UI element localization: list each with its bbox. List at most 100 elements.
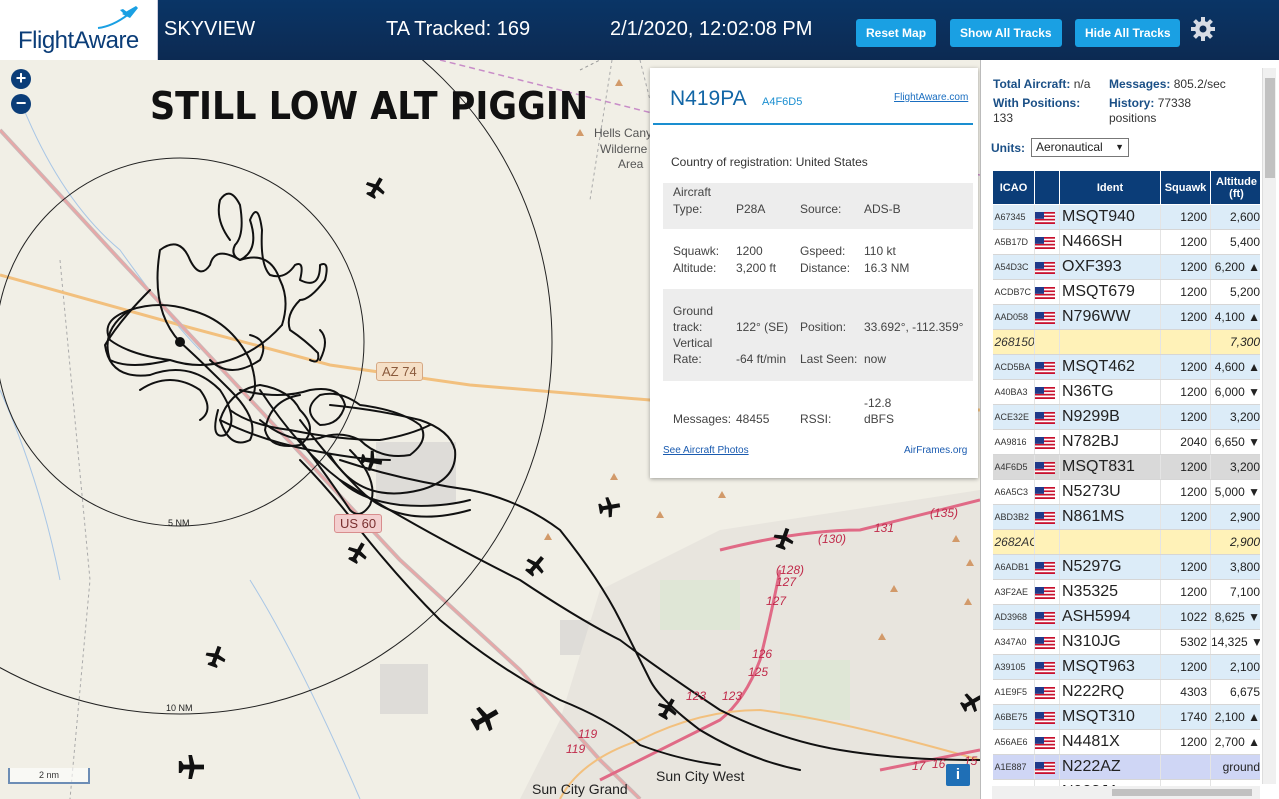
hide-all-tracks-button[interactable]: Hide All Tracks xyxy=(1075,19,1180,47)
cell-flag xyxy=(1034,504,1060,530)
cell-altitude: 8,625 ▼ xyxy=(1210,604,1260,630)
table-row[interactable]: ABD3B2 N861MS 1200 2,900 xyxy=(992,504,1260,530)
cell-flag xyxy=(1034,754,1060,780)
table-row[interactable]: A3F2AE N35325 1200 7,100 xyxy=(992,579,1260,605)
cell-flag xyxy=(1034,229,1060,255)
cell-flag xyxy=(1034,529,1060,555)
scrollbar-thumb[interactable] xyxy=(1265,78,1275,178)
table-row[interactable]: A347A0 N310JG 5302 14,325 ▼ xyxy=(992,629,1260,655)
table-row[interactable]: AAD058 N796WW 1200 4,100 ▲ xyxy=(992,304,1260,330)
cell-squawk: 5302 xyxy=(1160,629,1211,655)
cell-ident: MSQT462 xyxy=(1059,354,1161,380)
col-squawk[interactable]: Squawk xyxy=(1160,170,1211,205)
cell-icao: A5B17D xyxy=(992,229,1035,255)
cell-flag xyxy=(1034,279,1060,305)
table-row[interactable]: A6ADB1 N5297G 1200 3,800 xyxy=(992,554,1260,580)
road-label-119b: 119 xyxy=(566,742,586,756)
table-header-row: ICAO Ident Squawk Altitude (ft) xyxy=(992,170,1260,205)
table-row[interactable]: ACE32E N9299B 1200 3,200 xyxy=(992,404,1260,430)
history-unit: positions xyxy=(1109,111,1157,125)
table-row[interactable]: A67345 MSQT940 1200 2,600 xyxy=(992,204,1260,230)
cell-flag xyxy=(1034,604,1060,630)
col-altitude-label-1: Altitude xyxy=(1216,175,1257,188)
cell-ident xyxy=(1059,529,1161,555)
cell-altitude: 3,200 xyxy=(1210,404,1260,430)
table-row[interactable]: AA9816 N782BJ 2040 6,650 ▼ xyxy=(992,429,1260,455)
gspeed-label: Gspeed: xyxy=(800,244,846,258)
table-row[interactable]: A56AE6 N4481X 1200 2,700 ▲ xyxy=(992,729,1260,755)
gear-icon[interactable] xyxy=(1190,16,1216,42)
table-row[interactable]: A1E887 N222AZ ground xyxy=(992,754,1260,780)
aircraft-table-body: A67345 MSQT940 1200 2,600 A5B17D N466SH 1200 5,… xyxy=(992,204,1260,799)
cell-altitude: ground xyxy=(1210,754,1260,780)
cell-flag xyxy=(1034,629,1060,655)
cell-icao: A6ADB1 xyxy=(992,554,1035,580)
cell-icao: A6A5C3 xyxy=(992,479,1035,505)
reset-map-button[interactable]: Reset Map xyxy=(856,19,936,47)
road-label-131: 131 xyxy=(874,521,895,535)
cell-altitude: 2,700 ▲ xyxy=(1210,729,1260,755)
cell-icao: A6BE75 xyxy=(992,704,1035,730)
aircraft-type-value: P28A xyxy=(736,202,766,216)
rssi-label: RSSI: xyxy=(800,412,832,426)
cell-squawk: 1200 xyxy=(1160,279,1211,305)
route-shield-us60: US 60 xyxy=(334,514,383,533)
zoom-in-button[interactable]: + xyxy=(11,69,31,89)
us-flag-icon xyxy=(1035,486,1055,499)
table-row[interactable]: A4F6D5 MSQT831 1200 3,200 xyxy=(992,454,1260,480)
aircraft-type-label-1: Aircraft xyxy=(673,185,712,199)
aircraft-table: ICAO Ident Squawk Altitude (ft) A67345 MSQ… xyxy=(992,170,1260,799)
col-ident[interactable]: Ident xyxy=(1059,170,1161,205)
popup-ident: N419PA xyxy=(670,87,747,110)
table-row[interactable]: A6A5C3 N5273U 1200 5,000 ▼ xyxy=(992,479,1260,505)
table-row[interactable]: A40BA3 N36TG 1200 6,000 ▼ xyxy=(992,379,1260,405)
horizontal-scrollbar-thumb[interactable] xyxy=(1112,789,1252,796)
cell-squawk: 1200 xyxy=(1160,504,1211,530)
aircraft-table-container[interactable]: ICAO Ident Squawk Altitude (ft) A67345 MSQ… xyxy=(992,170,1260,799)
col-flag[interactable] xyxy=(1034,170,1060,205)
us-flag-icon xyxy=(1035,211,1055,224)
us-flag-icon xyxy=(1035,386,1055,399)
table-row[interactable]: ACDB7C MSQT679 1200 5,200 xyxy=(992,279,1260,305)
cell-icao: ACDB7C xyxy=(992,279,1035,305)
table-row[interactable]: 268150 7,300 xyxy=(992,329,1260,355)
zoom-out-button[interactable]: − xyxy=(11,94,31,114)
airframes-link[interactable]: AirFrames.org xyxy=(904,445,967,456)
flightaware-logo[interactable]: FlightAware xyxy=(0,0,158,60)
cell-squawk: 1200 xyxy=(1160,204,1211,230)
cell-altitude: 4,600 ▲ xyxy=(1210,354,1260,380)
table-horizontal-scrollbar[interactable] xyxy=(992,786,1260,799)
cell-altitude: 2,900 xyxy=(1210,529,1260,555)
cell-altitude: 2,100 xyxy=(1210,654,1260,680)
total-aircraft-label: Total Aircraft: xyxy=(993,77,1071,91)
flightaware-link[interactable]: FlightAware.com xyxy=(894,92,968,103)
col-altitude[interactable]: Altitude (ft) xyxy=(1210,170,1260,205)
table-row[interactable]: ACD5BA MSQT462 1200 4,600 ▲ xyxy=(992,354,1260,380)
track-value: 122° (SE) xyxy=(736,320,789,334)
vrate-label-1: Vertical xyxy=(673,336,713,350)
table-row[interactable]: A5B17D N466SH 1200 5,400 xyxy=(992,229,1260,255)
table-row[interactable]: 2682AC 2,900 xyxy=(992,529,1260,555)
sidebar-scrollbar[interactable] xyxy=(1262,68,1276,784)
wilderness-label-3: Area xyxy=(618,157,644,171)
units-select[interactable]: Aeronautical ▼ xyxy=(1031,138,1129,157)
map-info-button[interactable]: i xyxy=(946,764,970,786)
table-row[interactable]: A6BE75 MSQT310 1740 2,100 ▲ xyxy=(992,704,1260,730)
cell-squawk: 4303 xyxy=(1160,679,1211,705)
col-icao[interactable]: ICAO xyxy=(992,170,1035,205)
cell-squawk: 1200 xyxy=(1160,654,1211,680)
table-row[interactable]: A39105 MSQT963 1200 2,100 xyxy=(992,654,1260,680)
popup-hex: A4F6D5 xyxy=(762,96,803,108)
table-row[interactable]: A54D3C OXF393 1200 6,200 ▲ xyxy=(992,254,1260,280)
cell-ident: N5297G xyxy=(1059,554,1161,580)
aircraft-photos-link[interactable]: See Aircraft Photos xyxy=(663,445,749,456)
cell-flag xyxy=(1034,679,1060,705)
table-row[interactable]: AD3968 ASH5994 1022 8,625 ▼ xyxy=(992,604,1260,630)
road-label-125: 125 xyxy=(748,665,769,679)
show-all-tracks-button[interactable]: Show All Tracks xyxy=(950,19,1062,47)
table-row[interactable]: A1E9F5 N222RQ 4303 6,675 xyxy=(992,679,1260,705)
cell-altitude: 2,100 ▲ xyxy=(1210,704,1260,730)
aircraft-info-popup: N419PA A4F6D5 FlightAware.com Country of… xyxy=(650,68,978,478)
with-positions-label: With Positions: xyxy=(993,96,1081,110)
cell-flag xyxy=(1034,404,1060,430)
